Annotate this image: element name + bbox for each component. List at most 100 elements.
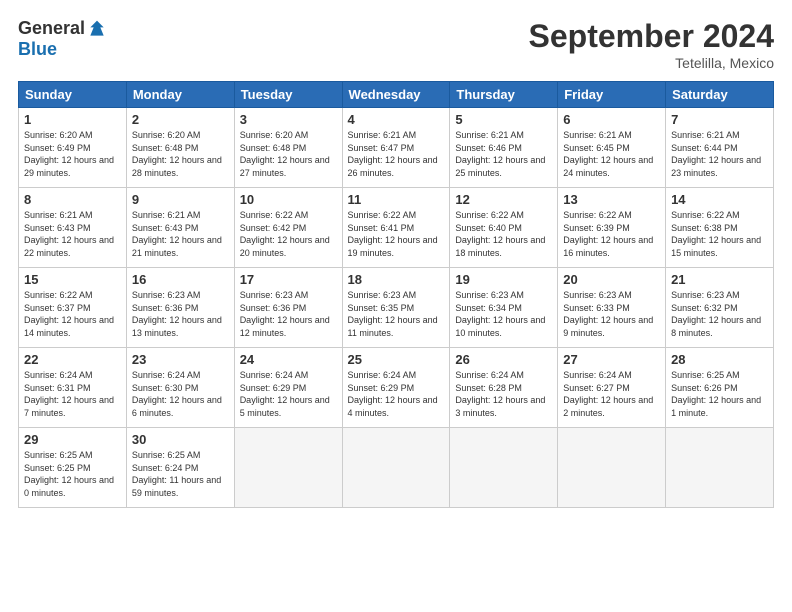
table-row: 21 Sunrise: 6:23 AMSunset: 6:32 PMDaylig…	[666, 268, 774, 348]
day-info: Sunrise: 6:24 AMSunset: 6:29 PMDaylight:…	[348, 369, 445, 419]
calendar-week-row: 8 Sunrise: 6:21 AMSunset: 6:43 PMDayligh…	[19, 188, 774, 268]
table-row: 15 Sunrise: 6:22 AMSunset: 6:37 PMDaylig…	[19, 268, 127, 348]
day-info: Sunrise: 6:23 AMSunset: 6:35 PMDaylight:…	[348, 289, 445, 339]
day-info: Sunrise: 6:24 AMSunset: 6:29 PMDaylight:…	[240, 369, 337, 419]
header-tuesday: Tuesday	[234, 82, 342, 108]
day-number: 10	[240, 192, 337, 207]
table-row	[450, 428, 558, 508]
table-row: 18 Sunrise: 6:23 AMSunset: 6:35 PMDaylig…	[342, 268, 450, 348]
table-row: 25 Sunrise: 6:24 AMSunset: 6:29 PMDaylig…	[342, 348, 450, 428]
calendar-week-row: 15 Sunrise: 6:22 AMSunset: 6:37 PMDaylig…	[19, 268, 774, 348]
calendar-header-row: Sunday Monday Tuesday Wednesday Thursday…	[19, 82, 774, 108]
table-row: 29 Sunrise: 6:25 AMSunset: 6:25 PMDaylig…	[19, 428, 127, 508]
table-row: 20 Sunrise: 6:23 AMSunset: 6:33 PMDaylig…	[558, 268, 666, 348]
day-number: 23	[132, 352, 229, 367]
day-number: 8	[24, 192, 121, 207]
day-number: 28	[671, 352, 768, 367]
day-info: Sunrise: 6:21 AMSunset: 6:44 PMDaylight:…	[671, 129, 768, 179]
table-row: 3 Sunrise: 6:20 AMSunset: 6:48 PMDayligh…	[234, 108, 342, 188]
calendar-week-row: 29 Sunrise: 6:25 AMSunset: 6:25 PMDaylig…	[19, 428, 774, 508]
day-number: 9	[132, 192, 229, 207]
day-info: Sunrise: 6:22 AMSunset: 6:38 PMDaylight:…	[671, 209, 768, 259]
table-row: 19 Sunrise: 6:23 AMSunset: 6:34 PMDaylig…	[450, 268, 558, 348]
table-row: 17 Sunrise: 6:23 AMSunset: 6:36 PMDaylig…	[234, 268, 342, 348]
table-row: 9 Sunrise: 6:21 AMSunset: 6:43 PMDayligh…	[126, 188, 234, 268]
month-title: September 2024	[529, 18, 774, 55]
day-info: Sunrise: 6:22 AMSunset: 6:40 PMDaylight:…	[455, 209, 552, 259]
day-number: 3	[240, 112, 337, 127]
day-number: 2	[132, 112, 229, 127]
day-number: 29	[24, 432, 121, 447]
day-info: Sunrise: 6:24 AMSunset: 6:27 PMDaylight:…	[563, 369, 660, 419]
day-info: Sunrise: 6:24 AMSunset: 6:28 PMDaylight:…	[455, 369, 552, 419]
page: General Blue September 2024 Tetelilla, M…	[0, 0, 792, 612]
table-row: 30 Sunrise: 6:25 AMSunset: 6:24 PMDaylig…	[126, 428, 234, 508]
table-row: 23 Sunrise: 6:24 AMSunset: 6:30 PMDaylig…	[126, 348, 234, 428]
table-row: 14 Sunrise: 6:22 AMSunset: 6:38 PMDaylig…	[666, 188, 774, 268]
day-number: 12	[455, 192, 552, 207]
header-thursday: Thursday	[450, 82, 558, 108]
day-info: Sunrise: 6:22 AMSunset: 6:42 PMDaylight:…	[240, 209, 337, 259]
logo-icon	[87, 19, 107, 39]
day-number: 25	[348, 352, 445, 367]
day-number: 11	[348, 192, 445, 207]
day-info: Sunrise: 6:22 AMSunset: 6:41 PMDaylight:…	[348, 209, 445, 259]
day-number: 21	[671, 272, 768, 287]
logo-blue: Blue	[18, 39, 57, 60]
day-number: 5	[455, 112, 552, 127]
day-number: 19	[455, 272, 552, 287]
header-wednesday: Wednesday	[342, 82, 450, 108]
day-number: 17	[240, 272, 337, 287]
calendar-body: 1 Sunrise: 6:20 AMSunset: 6:49 PMDayligh…	[19, 108, 774, 508]
header-monday: Monday	[126, 82, 234, 108]
header-sunday: Sunday	[19, 82, 127, 108]
table-row: 10 Sunrise: 6:22 AMSunset: 6:42 PMDaylig…	[234, 188, 342, 268]
day-info: Sunrise: 6:21 AMSunset: 6:43 PMDaylight:…	[24, 209, 121, 259]
day-info: Sunrise: 6:25 AMSunset: 6:26 PMDaylight:…	[671, 369, 768, 419]
table-row: 2 Sunrise: 6:20 AMSunset: 6:48 PMDayligh…	[126, 108, 234, 188]
day-info: Sunrise: 6:20 AMSunset: 6:49 PMDaylight:…	[24, 129, 121, 179]
day-number: 7	[671, 112, 768, 127]
day-number: 18	[348, 272, 445, 287]
table-row	[234, 428, 342, 508]
day-info: Sunrise: 6:23 AMSunset: 6:36 PMDaylight:…	[240, 289, 337, 339]
day-number: 20	[563, 272, 660, 287]
day-number: 1	[24, 112, 121, 127]
day-number: 14	[671, 192, 768, 207]
day-info: Sunrise: 6:24 AMSunset: 6:30 PMDaylight:…	[132, 369, 229, 419]
table-row	[558, 428, 666, 508]
table-row: 28 Sunrise: 6:25 AMSunset: 6:26 PMDaylig…	[666, 348, 774, 428]
day-info: Sunrise: 6:25 AMSunset: 6:24 PMDaylight:…	[132, 449, 229, 499]
day-number: 22	[24, 352, 121, 367]
day-info: Sunrise: 6:22 AMSunset: 6:39 PMDaylight:…	[563, 209, 660, 259]
day-info: Sunrise: 6:22 AMSunset: 6:37 PMDaylight:…	[24, 289, 121, 339]
day-number: 27	[563, 352, 660, 367]
day-number: 15	[24, 272, 121, 287]
table-row: 1 Sunrise: 6:20 AMSunset: 6:49 PMDayligh…	[19, 108, 127, 188]
day-info: Sunrise: 6:21 AMSunset: 6:47 PMDaylight:…	[348, 129, 445, 179]
day-number: 30	[132, 432, 229, 447]
header: General Blue September 2024 Tetelilla, M…	[18, 18, 774, 71]
table-row	[666, 428, 774, 508]
day-info: Sunrise: 6:23 AMSunset: 6:33 PMDaylight:…	[563, 289, 660, 339]
day-info: Sunrise: 6:21 AMSunset: 6:46 PMDaylight:…	[455, 129, 552, 179]
day-info: Sunrise: 6:23 AMSunset: 6:36 PMDaylight:…	[132, 289, 229, 339]
day-number: 16	[132, 272, 229, 287]
table-row: 5 Sunrise: 6:21 AMSunset: 6:46 PMDayligh…	[450, 108, 558, 188]
day-info: Sunrise: 6:21 AMSunset: 6:43 PMDaylight:…	[132, 209, 229, 259]
day-number: 6	[563, 112, 660, 127]
table-row: 12 Sunrise: 6:22 AMSunset: 6:40 PMDaylig…	[450, 188, 558, 268]
day-info: Sunrise: 6:23 AMSunset: 6:32 PMDaylight:…	[671, 289, 768, 339]
day-number: 4	[348, 112, 445, 127]
title-section: September 2024 Tetelilla, Mexico	[529, 18, 774, 71]
day-number: 24	[240, 352, 337, 367]
location: Tetelilla, Mexico	[529, 55, 774, 71]
logo-text: General	[18, 18, 107, 39]
table-row: 4 Sunrise: 6:21 AMSunset: 6:47 PMDayligh…	[342, 108, 450, 188]
day-info: Sunrise: 6:23 AMSunset: 6:34 PMDaylight:…	[455, 289, 552, 339]
table-row	[342, 428, 450, 508]
calendar-week-row: 22 Sunrise: 6:24 AMSunset: 6:31 PMDaylig…	[19, 348, 774, 428]
calendar: Sunday Monday Tuesday Wednesday Thursday…	[18, 81, 774, 508]
table-row: 16 Sunrise: 6:23 AMSunset: 6:36 PMDaylig…	[126, 268, 234, 348]
table-row: 26 Sunrise: 6:24 AMSunset: 6:28 PMDaylig…	[450, 348, 558, 428]
